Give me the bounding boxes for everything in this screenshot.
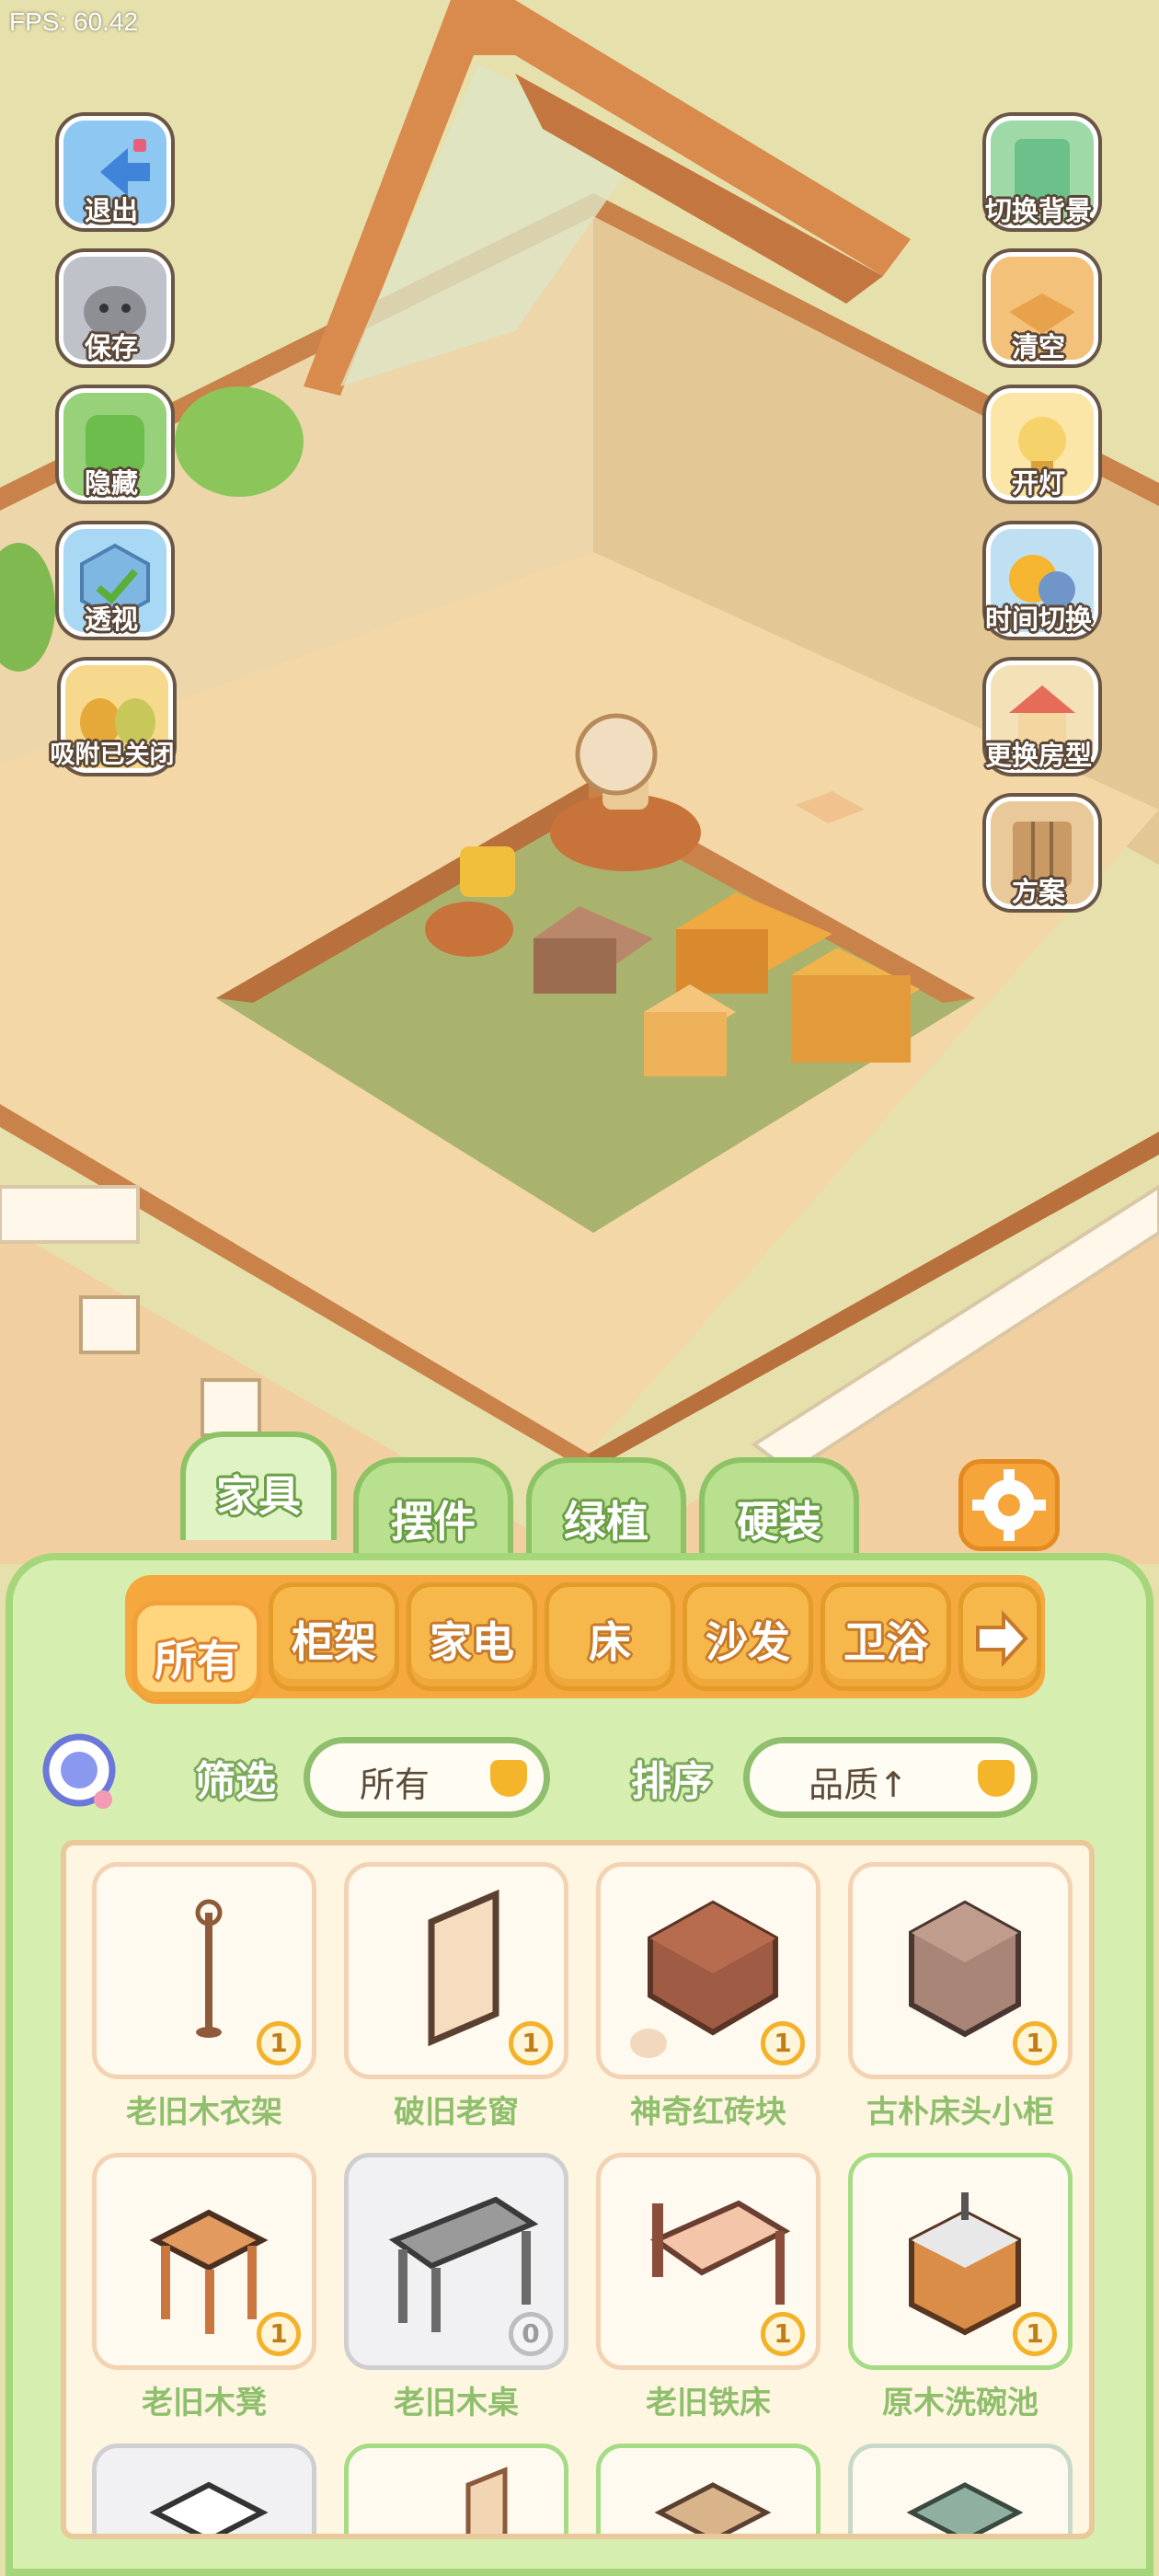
gear-icon [972,1469,1046,1541]
plan-button[interactable]: 方案 [970,797,1107,926]
tab-plants[interactable]: 绿植 [526,1457,686,1553]
tab-furniture[interactable]: 家具 [180,1432,337,1540]
item-card[interactable]: 1 [848,2153,1073,2370]
item-card[interactable]: 1 [596,1862,820,2079]
item-name: 神奇红砖块 [630,2094,786,2131]
white-block-icon [149,2481,269,2534]
category-label: 卫浴 [843,1617,928,1667]
exit-button[interactable]: 退出 [42,116,180,245]
fps-counter: FPS: 60.42 [9,7,139,36]
category-label: 沙发 [706,1617,790,1667]
sort-value: 品质↑ [809,1765,908,1805]
item-grid: 1 1 1 1 老旧木衣架 破旧老窗 神奇红砖块 古朴床头小柜 1 0 1 1 … [61,1840,1095,2539]
category-label: 床 [589,1617,631,1667]
sort-dropdown[interactable]: 品质↑ [743,1737,1038,1818]
change-house-button[interactable]: 更换房型 [970,661,1107,789]
filter-dropdown[interactable]: 所有 [304,1737,550,1818]
item-name: 老旧木桌 [394,2385,519,2421]
clear-button[interactable]: 清空 [970,252,1107,381]
item-card[interactable]: 0 [344,2153,568,2370]
category-label: 柜架 [292,1617,376,1667]
item-count: 1 [257,2312,301,2356]
item-count: 1 [761,2312,805,2356]
category-bed[interactable]: 床 [545,1582,675,1691]
item-card[interactable] [344,2444,568,2534]
item-card[interactable]: 1 [92,1862,316,2079]
item-name: 古朴床头小柜 [866,2094,1054,2131]
item-card[interactable] [596,2444,820,2534]
tab-hardware-label: 硬装 [737,1497,821,1547]
tab-plants-label: 绿植 [564,1497,648,1547]
filter-label: 筛选 [195,1758,276,1805]
category-appliance[interactable]: 家电 [407,1582,537,1691]
item-name: 破旧老窗 [394,2094,519,2131]
tab-furniture-label: 家具 [216,1471,301,1521]
category-shelf[interactable]: 柜架 [269,1582,399,1691]
chevron-down-icon [490,1760,527,1797]
item-count: 1 [761,2021,805,2065]
item-name: 老旧铁床 [646,2385,771,2421]
tab-decor[interactable]: 摆件 [353,1457,513,1553]
sort-label: 排序 [631,1758,712,1805]
green-block-icon [906,2482,1024,2534]
category-label: 所有 [155,1636,239,1685]
item-count: 1 [509,2021,553,2065]
item-name: 老旧木凳 [142,2385,267,2421]
hide-button[interactable]: 隐藏 [42,388,180,517]
item-count: 1 [257,2021,301,2065]
fence-left [0,1185,140,1244]
switch-background-button[interactable]: 切换背景 [970,116,1107,245]
item-card[interactable]: 1 [92,2153,316,2370]
perspective-button[interactable]: 透视 [42,524,180,653]
chevron-down-icon [978,1760,1015,1797]
category-label: 家电 [430,1617,514,1667]
filter-value: 所有 [359,1765,430,1805]
save-button[interactable]: 保存 [42,252,180,381]
category-all[interactable]: 所有 [132,1601,261,1704]
search-icon [42,1733,116,1809]
arrow-right-icon [976,1609,1028,1668]
wood-block-icon [654,2482,772,2534]
item-name: 原木洗碗池 [882,2385,1039,2421]
time-switch-button[interactable]: 时间切换 [970,524,1107,653]
tab-hardware[interactable]: 硬装 [699,1457,859,1553]
category-sofa[interactable]: 沙发 [683,1582,813,1691]
snap-button[interactable]: 吸附已关闭 [37,661,188,789]
item-card[interactable]: 1 [596,2153,820,2370]
item-card[interactable]: 1 [848,1862,1073,2079]
wall-clock [575,713,658,796]
item-card[interactable] [848,2444,1073,2534]
bush [175,386,304,497]
category-bathroom[interactable]: 卫浴 [820,1582,951,1691]
search-button[interactable] [39,1731,121,1814]
item-count: 1 [1013,2312,1057,2356]
item-card[interactable]: 1 [344,1862,568,2079]
item-card[interactable] [92,2444,316,2534]
tab-decor-label: 摆件 [391,1497,476,1547]
light-button[interactable]: 开灯 [970,388,1107,517]
frame-icon [465,2467,508,2534]
settings-button[interactable] [958,1459,1060,1551]
item-count: 1 [1013,2021,1057,2065]
item-name: 老旧木衣架 [126,2094,282,2131]
item-count: 0 [509,2312,553,2356]
category-next-button[interactable] [958,1582,1041,1691]
